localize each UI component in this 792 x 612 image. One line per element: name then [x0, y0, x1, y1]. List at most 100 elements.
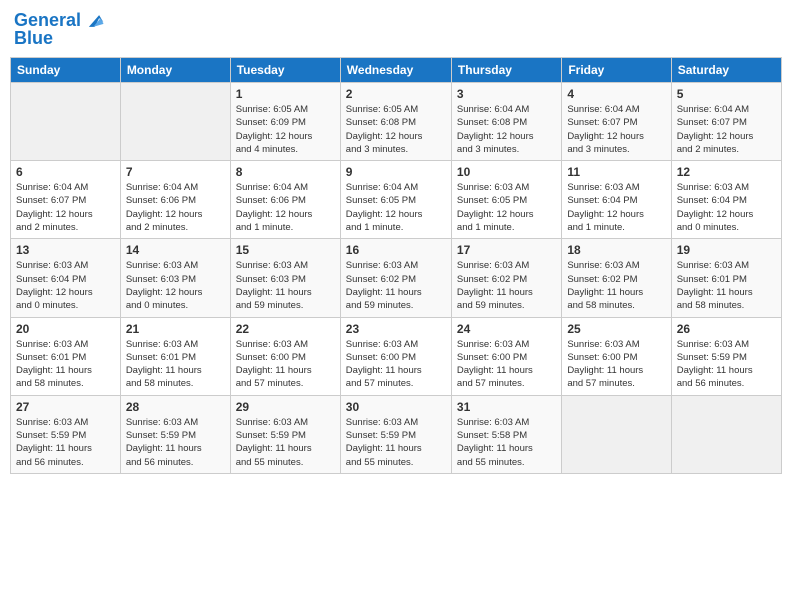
calendar-cell: 23 Sunrise: 6:03 AM Sunset: 6:00 PM Dayli…: [340, 317, 451, 395]
day-number: 12: [677, 165, 776, 179]
column-header-wednesday: Wednesday: [340, 58, 451, 83]
day-info: Sunrise: 6:04 AM Sunset: 6:07 PM Dayligh…: [567, 103, 665, 156]
day-number: 26: [677, 322, 776, 336]
column-header-sunday: Sunday: [11, 58, 121, 83]
day-info: Sunrise: 6:03 AM Sunset: 6:05 PM Dayligh…: [457, 181, 556, 234]
day-number: 1: [236, 87, 335, 101]
calendar-week-2: 13Sunrise: 6:03 AM Sunset: 6:04 PM Dayli…: [11, 239, 782, 317]
calendar-cell: 5 Sunrise: 6:04 AM Sunset: 6:07 PM Daylig…: [671, 83, 781, 161]
day-info: Sunrise: 6:03 AM Sunset: 6:00 PM Dayligh…: [457, 338, 556, 391]
day-info: Sunrise: 6:03 AM Sunset: 6:01 PM Dayligh…: [677, 259, 776, 312]
calendar-cell: 27 Sunrise: 6:03 AM Sunset: 5:59 PM Dayli…: [11, 395, 121, 473]
calendar-table: SundayMondayTuesdayWednesdayThursdayFrid…: [10, 57, 782, 474]
day-info: Sunrise: 6:03 AM Sunset: 6:01 PM Dayligh…: [126, 338, 225, 391]
day-number: 15: [236, 243, 335, 257]
calendar-cell: [562, 395, 671, 473]
day-info: Sunrise: 6:03 AM Sunset: 5:58 PM Dayligh…: [457, 416, 556, 469]
day-number: 8: [236, 165, 335, 179]
calendar-cell: 6Sunrise: 6:04 AM Sunset: 6:07 PM Daylig…: [11, 161, 121, 239]
logo: General Blue: [14, 10, 105, 49]
day-info: Sunrise: 6:03 AM Sunset: 6:03 PM Dayligh…: [236, 259, 335, 312]
column-header-saturday: Saturday: [671, 58, 781, 83]
day-info: Sunrise: 6:03 AM Sunset: 5:59 PM Dayligh…: [126, 416, 225, 469]
day-number: 20: [16, 322, 115, 336]
day-info: Sunrise: 6:04 AM Sunset: 6:08 PM Dayligh…: [457, 103, 556, 156]
calendar-cell: 16Sunrise: 6:03 AM Sunset: 6:02 PM Dayli…: [340, 239, 451, 317]
day-info: Sunrise: 6:03 AM Sunset: 6:00 PM Dayligh…: [567, 338, 665, 391]
day-number: 22: [236, 322, 335, 336]
calendar-cell: 8Sunrise: 6:04 AM Sunset: 6:06 PM Daylig…: [230, 161, 340, 239]
column-header-friday: Friday: [562, 58, 671, 83]
day-info: Sunrise: 6:03 AM Sunset: 6:02 PM Dayligh…: [567, 259, 665, 312]
calendar-cell: 29Sunrise: 6:03 AM Sunset: 5:59 PM Dayli…: [230, 395, 340, 473]
day-number: 7: [126, 165, 225, 179]
calendar-cell: 14 Sunrise: 6:03 AM Sunset: 6:03 PM Dayli…: [120, 239, 230, 317]
day-info: Sunrise: 6:04 AM Sunset: 6:07 PM Dayligh…: [677, 103, 776, 156]
day-info: Sunrise: 6:03 AM Sunset: 5:59 PM Dayligh…: [16, 416, 115, 469]
calendar-week-3: 20 Sunrise: 6:03 AM Sunset: 6:01 PM Dayli…: [11, 317, 782, 395]
day-number: 18: [567, 243, 665, 257]
calendar-cell: 2 Sunrise: 6:05 AM Sunset: 6:08 PM Daylig…: [340, 83, 451, 161]
day-number: 31: [457, 400, 556, 414]
calendar-cell: [11, 83, 121, 161]
day-info: Sunrise: 6:03 AM Sunset: 6:02 PM Dayligh…: [457, 259, 556, 312]
calendar-cell: [120, 83, 230, 161]
day-number: 21: [126, 322, 225, 336]
day-info: Sunrise: 6:03 AM Sunset: 5:59 PM Dayligh…: [346, 416, 446, 469]
calendar-cell: 12 Sunrise: 6:03 AM Sunset: 6:04 PM Dayli…: [671, 161, 781, 239]
calendar-cell: 18 Sunrise: 6:03 AM Sunset: 6:02 PM Dayli…: [562, 239, 671, 317]
calendar-cell: 10Sunrise: 6:03 AM Sunset: 6:05 PM Dayli…: [451, 161, 561, 239]
calendar-cell: 1 Sunrise: 6:05 AM Sunset: 6:09 PM Daylig…: [230, 83, 340, 161]
day-number: 11: [567, 165, 665, 179]
calendar-week-1: 6Sunrise: 6:04 AM Sunset: 6:07 PM Daylig…: [11, 161, 782, 239]
day-number: 19: [677, 243, 776, 257]
day-info: Sunrise: 6:04 AM Sunset: 6:06 PM Dayligh…: [126, 181, 225, 234]
day-info: Sunrise: 6:03 AM Sunset: 6:03 PM Dayligh…: [126, 259, 225, 312]
calendar-cell: 20Sunrise: 6:03 AM Sunset: 6:01 PM Dayli…: [11, 317, 121, 395]
day-number: 4: [567, 87, 665, 101]
day-number: 30: [346, 400, 446, 414]
calendar-week-0: 1 Sunrise: 6:05 AM Sunset: 6:09 PM Daylig…: [11, 83, 782, 161]
day-number: 24: [457, 322, 556, 336]
day-info: Sunrise: 6:04 AM Sunset: 6:07 PM Dayligh…: [16, 181, 115, 234]
day-number: 17: [457, 243, 556, 257]
day-number: 25: [567, 322, 665, 336]
day-number: 14: [126, 243, 225, 257]
calendar-cell: 11 Sunrise: 6:03 AM Sunset: 6:04 PM Dayli…: [562, 161, 671, 239]
calendar-cell: 15 Sunrise: 6:03 AM Sunset: 6:03 PM Dayli…: [230, 239, 340, 317]
calendar-cell: 4 Sunrise: 6:04 AM Sunset: 6:07 PM Daylig…: [562, 83, 671, 161]
calendar-cell: 7 Sunrise: 6:04 AM Sunset: 6:06 PM Daylig…: [120, 161, 230, 239]
column-header-thursday: Thursday: [451, 58, 561, 83]
day-info: Sunrise: 6:03 AM Sunset: 6:04 PM Dayligh…: [567, 181, 665, 234]
day-number: 27: [16, 400, 115, 414]
day-info: Sunrise: 6:05 AM Sunset: 6:09 PM Dayligh…: [236, 103, 335, 156]
column-header-tuesday: Tuesday: [230, 58, 340, 83]
day-info: Sunrise: 6:03 AM Sunset: 5:59 PM Dayligh…: [677, 338, 776, 391]
calendar-cell: 26 Sunrise: 6:03 AM Sunset: 5:59 PM Dayli…: [671, 317, 781, 395]
day-info: Sunrise: 6:03 AM Sunset: 6:04 PM Dayligh…: [677, 181, 776, 234]
day-info: Sunrise: 6:04 AM Sunset: 6:05 PM Dayligh…: [346, 181, 446, 234]
calendar-cell: 31 Sunrise: 6:03 AM Sunset: 5:58 PM Dayli…: [451, 395, 561, 473]
day-info: Sunrise: 6:03 AM Sunset: 6:00 PM Dayligh…: [236, 338, 335, 391]
calendar-cell: 28 Sunrise: 6:03 AM Sunset: 5:59 PM Dayli…: [120, 395, 230, 473]
day-number: 29: [236, 400, 335, 414]
calendar-header-row: SundayMondayTuesdayWednesdayThursdayFrid…: [11, 58, 782, 83]
calendar-cell: 17 Sunrise: 6:03 AM Sunset: 6:02 PM Dayli…: [451, 239, 561, 317]
day-info: Sunrise: 6:03 AM Sunset: 6:02 PM Dayligh…: [346, 259, 446, 312]
column-header-monday: Monday: [120, 58, 230, 83]
calendar-cell: 24 Sunrise: 6:03 AM Sunset: 6:00 PM Dayli…: [451, 317, 561, 395]
day-number: 3: [457, 87, 556, 101]
day-number: 28: [126, 400, 225, 414]
calendar-cell: 3 Sunrise: 6:04 AM Sunset: 6:08 PM Daylig…: [451, 83, 561, 161]
logo-icon: [83, 10, 105, 32]
day-info: Sunrise: 6:03 AM Sunset: 6:00 PM Dayligh…: [346, 338, 446, 391]
day-info: Sunrise: 6:05 AM Sunset: 6:08 PM Dayligh…: [346, 103, 446, 156]
calendar-cell: [671, 395, 781, 473]
calendar-cell: 9Sunrise: 6:04 AM Sunset: 6:05 PM Daylig…: [340, 161, 451, 239]
page-header: General Blue: [10, 10, 782, 49]
day-number: 13: [16, 243, 115, 257]
day-number: 23: [346, 322, 446, 336]
day-number: 2: [346, 87, 446, 101]
calendar-cell: 30 Sunrise: 6:03 AM Sunset: 5:59 PM Dayli…: [340, 395, 451, 473]
day-number: 5: [677, 87, 776, 101]
